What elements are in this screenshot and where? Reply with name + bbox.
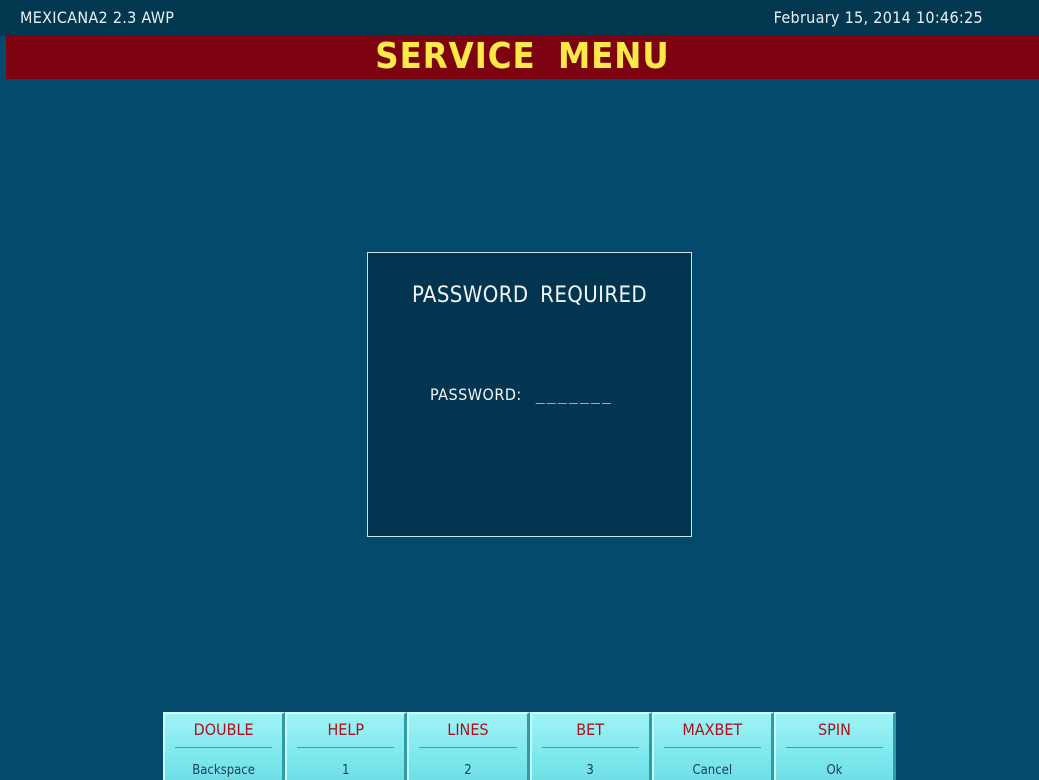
divider <box>663 747 761 748</box>
maxbet-button[interactable]: MAXBET Cancel <box>651 712 774 780</box>
button-sublabel: Cancel <box>692 763 733 778</box>
button-sublabel: Ok <box>826 763 843 778</box>
button-sublabel: 3 <box>586 763 594 778</box>
button-label: MAXBET <box>682 720 743 739</box>
app-version: MEXICANA2 2.3 AWP <box>20 8 175 27</box>
title-bar: SERVICE MENU <box>6 36 1039 79</box>
status-bar: MEXICANA2 2.3 AWP February 15, 2014 10:4… <box>0 0 1039 36</box>
divider <box>541 747 639 748</box>
spin-button[interactable]: SPIN Ok <box>773 712 897 780</box>
date-time: February 15, 2014 10:46:25 <box>773 8 983 27</box>
button-label: HELP <box>327 720 365 739</box>
button-label: SPIN <box>818 720 851 739</box>
button-sublabel: 2 <box>464 763 472 778</box>
button-label: DOUBLE <box>193 720 254 739</box>
divider <box>297 747 395 748</box>
page-title: SERVICE MENU <box>375 36 670 77</box>
divider <box>785 747 884 748</box>
button-label: BET <box>576 720 604 739</box>
lines-button[interactable]: LINES 2 <box>407 712 530 780</box>
button-label: LINES <box>447 720 489 739</box>
button-panel: DOUBLE Backspace HELP 1 LINES 2 BET 3 MA… <box>163 712 897 780</box>
divider <box>175 747 273 748</box>
button-sublabel: 1 <box>342 763 350 778</box>
password-field[interactable]: _______ <box>536 386 646 404</box>
divider <box>419 747 517 748</box>
password-dialog: PASSWORD REQUIRED PASSWORD: _______ <box>367 252 692 537</box>
password-row: PASSWORD: _______ <box>430 385 646 404</box>
dialog-heading: PASSWORD REQUIRED <box>411 283 648 308</box>
button-sublabel: Backspace <box>192 763 255 778</box>
bet-button[interactable]: BET 3 <box>529 712 652 780</box>
double-button[interactable]: DOUBLE Backspace <box>163 712 286 780</box>
password-label: PASSWORD: <box>430 385 522 404</box>
help-button[interactable]: HELP 1 <box>285 712 408 780</box>
